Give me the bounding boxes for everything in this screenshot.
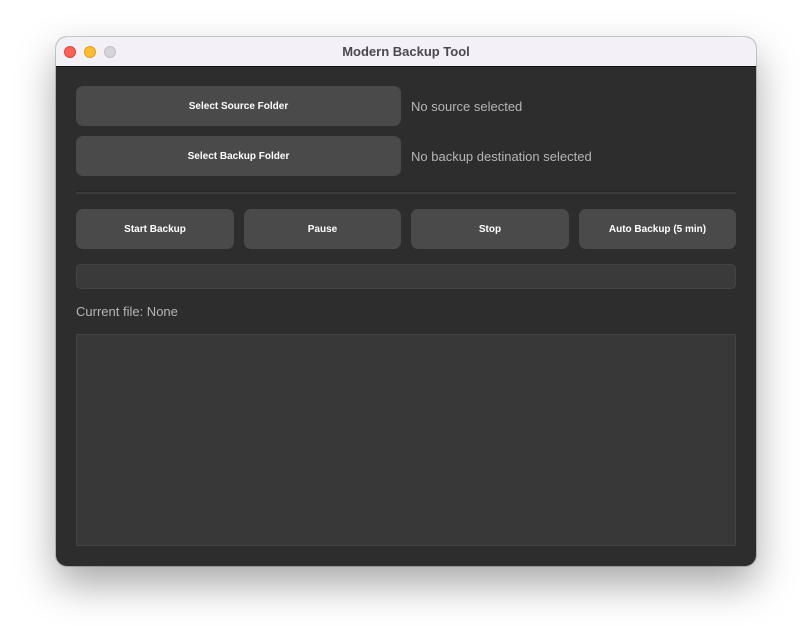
select-backup-button[interactable]: Select Backup Folder xyxy=(76,136,401,176)
app-window: Modern Backup Tool Select Source Folder … xyxy=(56,37,756,566)
auto-backup-button[interactable]: Auto Backup (5 min) xyxy=(579,209,736,249)
stop-button[interactable]: Stop xyxy=(411,209,569,249)
destination-status-label: No backup destination selected xyxy=(411,149,592,164)
progress-bar xyxy=(76,264,736,289)
divider xyxy=(76,191,736,194)
log-output[interactable] xyxy=(76,334,736,546)
main-content: Select Source Folder No source selected … xyxy=(56,67,756,566)
titlebar: Modern Backup Tool xyxy=(56,37,756,67)
pause-button[interactable]: Pause xyxy=(244,209,401,249)
select-source-button[interactable]: Select Source Folder xyxy=(76,86,401,126)
current-file-label: Current file: None xyxy=(76,304,178,319)
start-backup-button[interactable]: Start Backup xyxy=(76,209,234,249)
window-title: Modern Backup Tool xyxy=(342,44,470,59)
source-status-label: No source selected xyxy=(411,99,523,114)
